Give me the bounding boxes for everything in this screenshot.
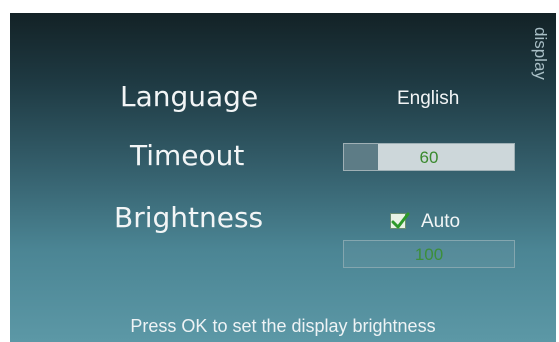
- language-label: Language: [120, 80, 259, 113]
- menu-side-label: display: [531, 27, 550, 80]
- brightness-value-field[interactable]: 100: [343, 240, 515, 268]
- timeout-slider[interactable]: 60: [343, 143, 515, 171]
- checkmark-icon: [391, 212, 410, 229]
- language-value[interactable]: English: [397, 88, 459, 110]
- timeout-label: Timeout: [130, 139, 245, 172]
- timeout-value: 60: [419, 148, 439, 167]
- auto-brightness-label: Auto: [421, 211, 461, 232]
- hint-text: Press OK to set the display brightness: [130, 316, 436, 336]
- brightness-label: Brightness: [114, 201, 264, 234]
- auto-brightness-checkbox[interactable]: [390, 212, 410, 229]
- brightness-value: 100: [414, 245, 444, 264]
- display-settings-screen: display Language English Timeout 60 Brig…: [10, 13, 556, 342]
